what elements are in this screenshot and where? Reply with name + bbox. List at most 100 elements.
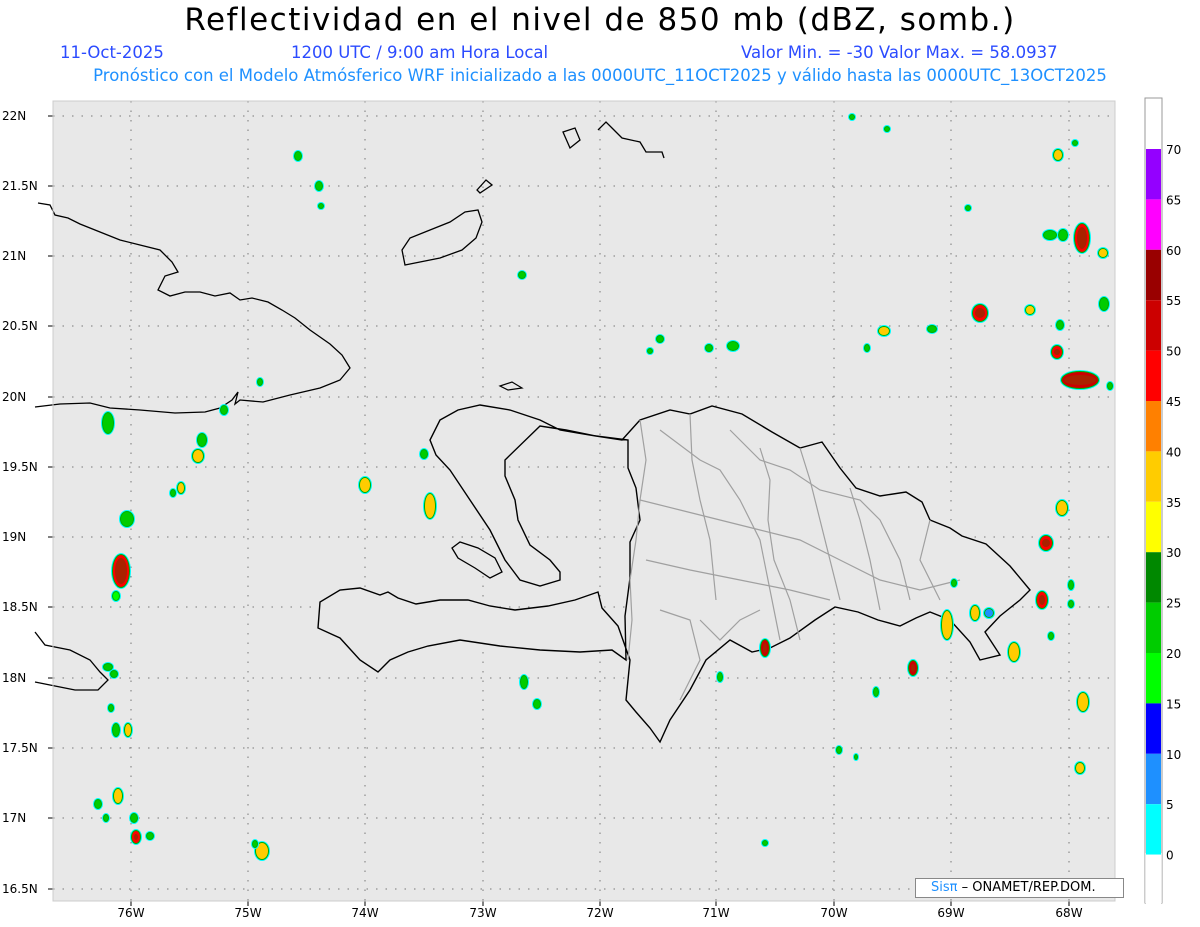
reflectivity-cell — [964, 204, 972, 212]
reflectivity-cell — [519, 674, 529, 690]
reflectivity-cell — [1073, 222, 1091, 254]
map-background — [53, 101, 1115, 901]
lat-label: 18N — [2, 671, 26, 685]
colorbar-label: 25 — [1166, 597, 1181, 611]
reflectivity-cell — [716, 671, 724, 683]
reflectivity-cell — [1060, 370, 1100, 390]
reflectivity-cell — [251, 839, 259, 849]
reflectivity-cell — [1024, 304, 1036, 316]
reflectivity-cell — [191, 448, 205, 464]
credit-org: – ONAMET/REP.DOM. — [961, 880, 1096, 895]
colorbar-label: 5 — [1166, 798, 1174, 812]
reflectivity-cell — [101, 411, 115, 435]
reflectivity-cell — [872, 686, 880, 698]
reflectivity-cell — [111, 553, 131, 589]
reflectivity-cell — [1035, 590, 1049, 610]
colorbar-segment — [1146, 804, 1161, 855]
colorbar-label: 65 — [1166, 193, 1181, 207]
reflectivity-cell — [907, 659, 919, 677]
credit-brand: Sisπ — [931, 880, 958, 895]
reflectivity-cell — [853, 753, 859, 761]
colorbar-label: 40 — [1166, 445, 1181, 459]
latitude-labels: 22N 21.5N 21N 20.5N 20N 19.5N 19N 18.5N 18N 17.5N… — [2, 109, 38, 896]
reflectivity-cell — [655, 334, 665, 344]
lat-label: 16.5N — [2, 882, 38, 896]
reflectivity-cell — [726, 340, 740, 352]
reflectivity-cell — [169, 488, 177, 498]
reflectivity-cell — [107, 703, 115, 713]
colorbar-segment — [1146, 350, 1161, 401]
reflectivity-cell — [926, 324, 938, 334]
reflectivity-cell — [419, 448, 429, 460]
lat-label: 21N — [2, 249, 26, 263]
lat-label: 20.5N — [2, 319, 38, 333]
lon-label: 71W — [702, 906, 729, 920]
colorbar-segment — [1146, 602, 1161, 653]
colorbar-segment — [1146, 149, 1161, 200]
reflectivity-cell — [1098, 296, 1110, 312]
reflectivity-cell — [940, 609, 954, 641]
lon-label: 73W — [469, 906, 496, 920]
reflectivity-cell — [119, 510, 135, 528]
colorbar-segment — [1146, 653, 1161, 704]
colorbar-label: 15 — [1166, 697, 1181, 711]
reflectivity-cell — [761, 839, 769, 847]
reflectivity-cell — [983, 607, 995, 619]
lat-label: 19N — [2, 530, 26, 544]
reflectivity-cell — [646, 347, 654, 355]
reflectivity-cell — [517, 270, 527, 280]
reflectivity-cell — [1038, 534, 1054, 552]
reflectivity-cell — [111, 722, 121, 738]
reflectivity-cell — [1007, 641, 1021, 663]
reflectivity-cell — [971, 303, 989, 323]
reflectivity-cell — [196, 432, 208, 448]
reflectivity-cell — [1074, 761, 1086, 775]
colorbar-label: 45 — [1166, 395, 1181, 409]
reflectivity-cell — [176, 481, 186, 495]
colorbar-segment — [1146, 854, 1161, 905]
lon-label: 75W — [234, 906, 261, 920]
colorbar-segment — [1146, 703, 1161, 754]
reflectivity-cell — [256, 377, 264, 387]
reflectivity-cell — [1067, 579, 1075, 591]
colorbar-segment — [1146, 401, 1161, 452]
reflectivity-cell — [111, 590, 121, 602]
credit-box: Sisπ – ONAMET/REP.DOM. — [915, 878, 1124, 898]
colorbar: 7065605550454035302520151050 — [1146, 143, 1181, 905]
colorbar-segment — [1146, 300, 1161, 351]
reflectivity-cell — [1042, 229, 1058, 241]
colorbar-label: 20 — [1166, 647, 1181, 661]
colorbar-label: 30 — [1166, 546, 1181, 560]
reflectivity-cell — [109, 669, 119, 679]
lat-label: 21.5N — [2, 179, 38, 193]
reflectivity-cell — [93, 798, 103, 810]
reflectivity-cell — [863, 343, 871, 353]
colorbar-label: 0 — [1166, 849, 1174, 863]
reflectivity-cell — [883, 125, 891, 133]
lon-label: 68W — [1055, 906, 1082, 920]
lat-label: 22N — [2, 109, 26, 123]
reflectivity-cell — [1055, 319, 1065, 331]
reflectivity-cell — [1047, 631, 1055, 641]
colorbar-segment — [1146, 249, 1161, 301]
lat-label: 20N — [2, 390, 26, 404]
colorbar-label: 10 — [1166, 748, 1181, 762]
reflectivity-cell — [130, 829, 142, 845]
reflectivity-cell — [969, 604, 981, 622]
reflectivity-cell — [532, 698, 542, 710]
reflectivity-cell — [129, 812, 139, 824]
reflectivity-cell — [112, 787, 124, 805]
reflectivity-cell — [1097, 247, 1109, 259]
reflectivity-cell — [1052, 148, 1064, 162]
reflectivity-cell — [1071, 139, 1079, 147]
colorbar-label: 70 — [1166, 143, 1181, 157]
lat-label: 19.5N — [2, 460, 38, 474]
colorbar-label: 50 — [1166, 345, 1181, 359]
reflectivity-cell — [358, 476, 372, 494]
reflectivity-cell — [1106, 381, 1114, 391]
reflectivity-cell — [102, 813, 110, 823]
reflectivity-cell — [759, 638, 771, 658]
reflectivity-cell — [1055, 499, 1069, 517]
colorbar-label: 55 — [1166, 294, 1181, 308]
colorbar-label: 60 — [1166, 244, 1181, 258]
